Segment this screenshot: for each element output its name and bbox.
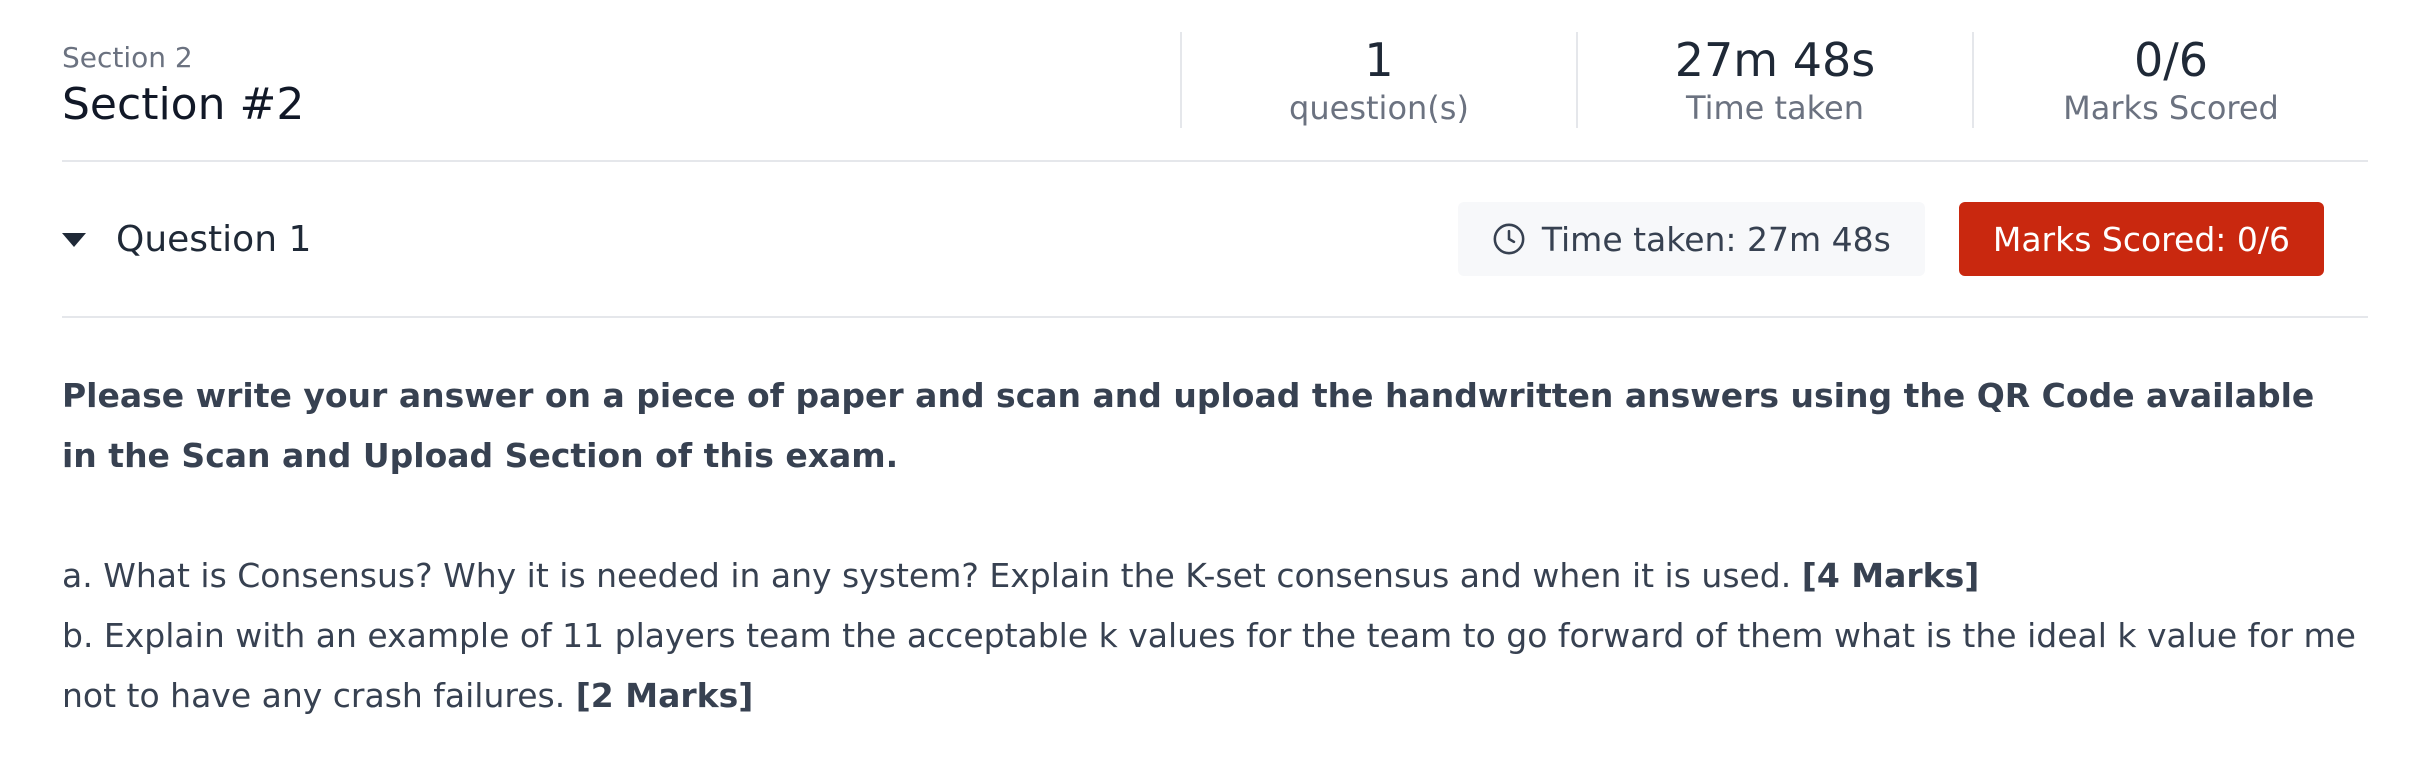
stat-label: Time taken <box>1686 89 1864 127</box>
section-stats: 1 question(s) 27m 48s Time taken 0/6 Mar… <box>1180 0 2368 160</box>
question-parts: a. What is Consensus? Why it is needed i… <box>62 546 2368 726</box>
part-text: a. What is Consensus? Why it is needed i… <box>62 556 1802 595</box>
clock-icon <box>1493 223 1525 255</box>
question-title: Question 1 <box>116 218 312 260</box>
stat-value: 1 <box>1364 33 1394 87</box>
stat-label: question(s) <box>1289 89 1469 127</box>
marks-scored-badge: Marks Scored: 0/6 <box>1958 202 2324 276</box>
time-taken-pill: Time taken: 27m 48s <box>1457 202 1925 276</box>
section-title-block: Section 2 Section #2 <box>62 0 1180 160</box>
caret-down-icon[interactable] <box>62 233 86 247</box>
stat-value: 0/6 <box>2133 33 2209 87</box>
stat-questions: 1 question(s) <box>1180 32 1576 128</box>
part-text: b. Explain with an example of 11 players… <box>62 616 2356 715</box>
question-header: Question 1 Time taken: 27m 48s Marks Sco… <box>62 162 2368 318</box>
question-part-a: a. What is Consensus? Why it is needed i… <box>62 546 2382 606</box>
section-title: Section #2 <box>62 79 305 130</box>
stat-time-taken: 27m 48s Time taken <box>1576 32 1972 128</box>
section-header: Section 2 Section #2 1 question(s) 27m 4… <box>62 0 2368 162</box>
section-kicker: Section 2 <box>62 41 193 74</box>
stat-label: Marks Scored <box>2063 89 2279 127</box>
question-body: Please write your answer on a piece of p… <box>62 318 2368 726</box>
question-part-b: b. Explain with an example of 11 players… <box>62 606 2382 726</box>
question-instruction: Please write your answer on a piece of p… <box>62 376 2315 475</box>
results-page: Section 2 Section #2 1 question(s) 27m 4… <box>0 0 2430 780</box>
part-marks: [4 Marks] <box>1801 556 1980 595</box>
part-marks: [2 Marks] <box>575 676 754 715</box>
stat-value: 27m 48s <box>1674 33 1876 87</box>
question-toggle[interactable]: Question 1 <box>62 219 1458 260</box>
stat-marks-scored: 0/6 Marks Scored <box>1972 32 2368 128</box>
time-taken-text: Time taken: 27m 48s <box>1541 219 1891 259</box>
